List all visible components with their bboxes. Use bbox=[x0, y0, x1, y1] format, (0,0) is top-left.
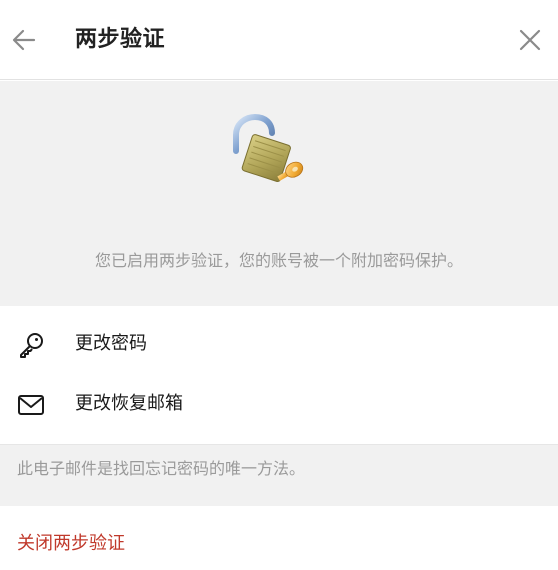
mail-icon bbox=[18, 395, 44, 415]
change-password-item[interactable]: 更改密码 bbox=[0, 316, 558, 372]
change-recovery-email-label: 更改恢复邮箱 bbox=[75, 393, 183, 414]
settings-list: 更改密码 更改恢复邮箱 bbox=[0, 306, 558, 444]
hint-text: 此电子邮件是找回忘记密码的唯一方法。 bbox=[17, 459, 306, 478]
intro-section: 您已启用两步验证，您的账号被一个附加密码保护。 bbox=[0, 81, 558, 306]
arrow-left-icon bbox=[12, 29, 36, 51]
page-title: 两步验证 bbox=[75, 27, 166, 52]
header-bar: 两步验证 bbox=[0, 0, 558, 80]
close-icon bbox=[519, 29, 541, 51]
disable-two-step-button[interactable]: 关闭两步验证 bbox=[0, 506, 558, 570]
padlock-with-key-icon bbox=[233, 113, 304, 183]
change-password-label: 更改密码 bbox=[75, 333, 147, 354]
recovery-email-hint: 此电子邮件是找回忘记密码的唯一方法。 bbox=[0, 444, 558, 506]
two-step-verification-page: 两步验证 您已启用两步验证，您的账号被一个附加密码保护。 更改密码 更改恢复邮箱… bbox=[0, 0, 558, 570]
back-button[interactable] bbox=[6, 20, 42, 60]
intro-description: 您已启用两步验证，您的账号被一个附加密码保护。 bbox=[94, 251, 463, 270]
key-icon bbox=[20, 333, 43, 358]
disable-two-step-label: 关闭两步验证 bbox=[17, 533, 125, 554]
close-button[interactable] bbox=[510, 20, 550, 60]
change-recovery-email-item[interactable]: 更改恢复邮箱 bbox=[0, 376, 558, 432]
